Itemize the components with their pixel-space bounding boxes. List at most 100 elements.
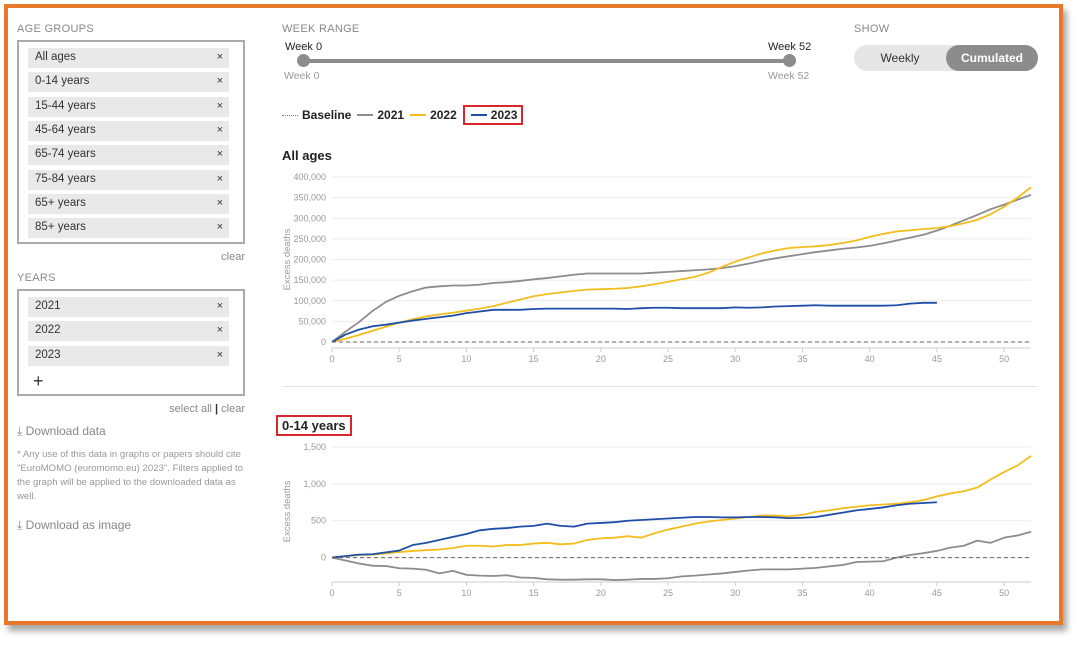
age-groups-title: AGE GROUPS <box>17 23 94 35</box>
year-chip[interactable]: 2022 × <box>28 321 229 342</box>
y-axis-label: Excess deaths <box>282 228 293 290</box>
select-all-link[interactable]: select all <box>169 403 212 415</box>
legend-baseline-label: Baseline <box>302 108 352 122</box>
y-tick-label: 200,000 <box>293 255 326 265</box>
week-start-handle[interactable] <box>297 54 310 67</box>
legend-2021[interactable]: 2021 <box>357 108 404 122</box>
x-tick-label: 5 <box>397 588 402 598</box>
age-group-chip-label: 15-44 years <box>35 99 96 112</box>
remove-icon[interactable]: × <box>217 124 223 136</box>
series-line-2021 <box>331 193 1032 343</box>
age-group-chip[interactable]: 65+ years × <box>28 193 229 214</box>
2023-swatch <box>470 114 487 116</box>
year-chip-label: 2022 <box>35 324 61 337</box>
remove-icon[interactable]: × <box>217 173 223 185</box>
x-tick-label: 40 <box>865 354 875 364</box>
download-image-button[interactable]: ⤓ Download as image <box>17 518 131 533</box>
y-tick-label: 0 <box>321 553 326 563</box>
x-tick-label: 45 <box>932 354 942 364</box>
years-box[interactable]: + 2021 × 2022 × 2023 × <box>17 289 245 396</box>
baseline-swatch <box>282 114 298 116</box>
series-line-2022 <box>331 455 1032 559</box>
show-toggle[interactable]: Weekly Cumulated <box>854 45 1038 71</box>
age-group-chip[interactable]: 45-64 years × <box>28 120 229 141</box>
divider <box>282 386 1038 387</box>
age-groups-clear-link[interactable]: clear <box>221 251 245 263</box>
y-tick-label: 1,000 <box>303 479 326 489</box>
x-tick-label: 35 <box>797 588 807 598</box>
legend: Baseline 2021 2022 2023 <box>282 105 529 125</box>
age-group-chip[interactable]: All ages × <box>28 48 229 68</box>
chart-title-all-ages: All ages <box>282 148 332 163</box>
chart-0-14-years: 0 500 1,000 1,500 0 5 10 15 20 25 30 35 40 45 50 Excess… <box>282 442 1032 598</box>
y-tick-label: 400,000 <box>293 172 326 182</box>
age-group-chip-label: 65-74 years <box>35 148 96 161</box>
y-tick-label: 0 <box>321 337 326 347</box>
remove-icon[interactable]: × <box>217 75 223 87</box>
y-tick-label: 100,000 <box>293 296 326 306</box>
remove-icon[interactable]: × <box>217 51 223 63</box>
series-line-2021 <box>331 530 1032 581</box>
series-line-2023 <box>331 501 937 559</box>
y-tick-label: 50,000 <box>298 316 326 326</box>
year-chip[interactable]: 2021 × <box>28 297 229 317</box>
x-tick-label: 10 <box>461 354 471 364</box>
week-start-sub: Week 0 <box>284 70 320 82</box>
legend-baseline[interactable]: Baseline <box>282 108 351 122</box>
download-data-button[interactable]: ⤓ Download data <box>17 424 106 439</box>
chart-all-ages: 0 50,000 100,000 150,000 200,000 250,000 300,0… <box>282 172 1032 364</box>
x-tick-label: 40 <box>865 588 875 598</box>
chart-title-0-14: 0-14 years <box>276 415 352 436</box>
years-actions: select all | clear <box>169 403 245 415</box>
y-tick-label: 150,000 <box>293 275 326 285</box>
remove-icon[interactable]: × <box>217 100 223 112</box>
years-title: YEARS <box>17 272 56 284</box>
x-tick-label: 25 <box>663 588 673 598</box>
remove-icon[interactable]: × <box>217 197 223 209</box>
x-tick-label: 30 <box>730 354 740 364</box>
legend-2023[interactable]: 2023 <box>462 105 524 125</box>
cumulated-option[interactable]: Cumulated <box>946 45 1038 71</box>
years-clear-link[interactable]: clear <box>221 403 245 415</box>
remove-icon[interactable]: × <box>217 324 223 336</box>
x-tick-label: 50 <box>999 354 1009 364</box>
x-tick-label: 45 <box>932 588 942 598</box>
year-chip[interactable]: 2023 × <box>28 345 229 366</box>
citation-note: * Any use of this data in graphs or pape… <box>17 449 243 502</box>
legend-2022[interactable]: 2022 <box>410 108 457 122</box>
remove-icon[interactable]: × <box>217 300 223 312</box>
series-line-2022 <box>331 186 1032 343</box>
show-title: SHOW <box>854 23 890 35</box>
age-group-chip[interactable]: 15-44 years × <box>28 96 229 117</box>
download-data-label: Download data <box>25 424 106 438</box>
age-group-chip-label: 45-64 years <box>35 123 96 136</box>
x-tick-label: 35 <box>797 354 807 364</box>
2022-swatch <box>410 114 427 116</box>
x-tick-label: 20 <box>596 354 606 364</box>
legend-2021-label: 2021 <box>377 108 405 122</box>
remove-icon[interactable]: × <box>217 221 223 233</box>
age-group-chip[interactable]: 65-74 years × <box>28 145 229 166</box>
x-tick-label: 20 <box>596 588 606 598</box>
week-end-label: Week 52 <box>768 41 812 53</box>
download-icon: ⤓ <box>17 518 23 532</box>
age-group-chip-label: 65+ years <box>35 196 86 209</box>
age-group-chip[interactable]: 85+ years × <box>28 218 229 239</box>
y-tick-label: 300,000 <box>293 213 326 223</box>
age-group-chip[interactable]: 75-84 years × <box>28 169 229 190</box>
weekly-option[interactable]: Weekly <box>854 45 946 71</box>
x-tick-label: 5 <box>397 354 402 364</box>
x-tick-label: 15 <box>529 354 539 364</box>
week-start-label: Week 0 <box>285 41 323 53</box>
series-line-2023 <box>331 301 937 343</box>
add-year-button[interactable]: + <box>33 371 44 392</box>
2021-swatch <box>357 114 374 116</box>
week-end-handle[interactable] <box>783 54 796 67</box>
remove-icon[interactable]: × <box>217 349 223 361</box>
age-groups-box[interactable]: All ages × 0-14 years × 15-44 years × 45-64 ye… <box>17 40 245 244</box>
age-group-chip-label: 0-14 years <box>35 75 90 88</box>
age-group-chip[interactable]: 0-14 years × <box>28 72 229 93</box>
remove-icon[interactable]: × <box>217 148 223 160</box>
legend-2023-label: 2023 <box>490 108 518 122</box>
week-range-track[interactable] <box>303 59 790 63</box>
